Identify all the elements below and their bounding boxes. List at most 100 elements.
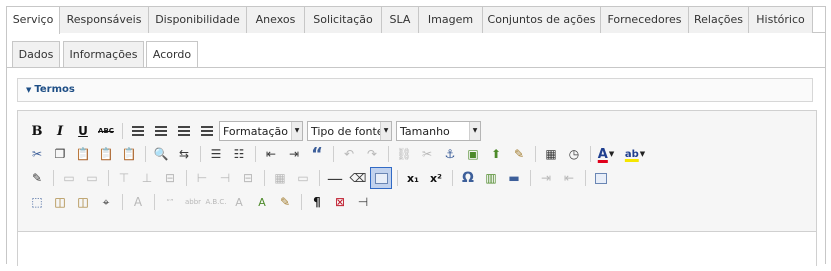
special-char-button[interactable]: Ω [457, 167, 479, 189]
toolbar-separator [452, 170, 453, 186]
tab-disponibilidade[interactable]: Disponibilidade [149, 7, 247, 33]
tab-conjuntos-de-acoes[interactable]: Conjuntos de ações [483, 7, 601, 33]
strikethrough-button[interactable]: ABC [95, 120, 117, 142]
toolbar-row-1: B I U ABC Formatação ▼ Tipo de fonte ▼ T… [26, 120, 485, 142]
anchor-icon[interactable]: ⚓ [439, 143, 461, 165]
font-family-select[interactable]: Tipo de fonte ▼ [307, 121, 392, 141]
tab-relacoes[interactable]: Relações [689, 7, 749, 33]
merge-cells-icon[interactable]: ▭ [292, 167, 314, 189]
delete-col-icon[interactable]: ⊟ [237, 167, 259, 189]
row-after-icon[interactable]: ⊥ [136, 167, 158, 189]
insert-date-icon[interactable]: ▦ [540, 143, 562, 165]
col-before-icon[interactable]: ⊢ [191, 167, 213, 189]
bold-button[interactable]: B [26, 120, 48, 142]
find-icon[interactable]: 🔍 [150, 143, 172, 165]
collapse-arrow-icon[interactable]: ▼ [26, 86, 31, 94]
split-cells-icon[interactable]: ▦ [269, 167, 291, 189]
paste-icon[interactable]: 📋 [72, 143, 94, 165]
background-color-icon[interactable]: ab ▼ [624, 143, 646, 165]
rtl-icon[interactable]: ⇤ [558, 167, 580, 189]
visual-aid-icon[interactable] [370, 167, 392, 189]
indent-icon[interactable]: ⇥ [283, 143, 305, 165]
tab-responsaveis[interactable]: Responsáveis [60, 7, 149, 33]
media-icon[interactable]: ▥ [480, 167, 502, 189]
replace-icon[interactable]: ⇆ [173, 143, 195, 165]
edit-css-icon[interactable]: ✎ [26, 167, 48, 189]
absolute-position-icon[interactable]: ⌖ [95, 191, 117, 213]
ltr-icon[interactable]: ⇥ [535, 167, 557, 189]
table-cell-props-icon[interactable]: ▭ [81, 167, 103, 189]
subtab-informacoes[interactable]: Informações [63, 41, 144, 68]
tab-imagem[interactable]: Imagem [419, 7, 483, 33]
image-icon[interactable]: ▣ [462, 143, 484, 165]
redo-icon[interactable]: ↷ [361, 143, 383, 165]
cite-icon[interactable]: “” [159, 191, 181, 213]
delete-row-icon[interactable]: ⊟ [159, 167, 181, 189]
inserted-text-icon[interactable]: A [251, 191, 273, 213]
toolbar-separator [397, 170, 398, 186]
font-size-select[interactable]: Tamanho ▼ [396, 121, 481, 141]
numbered-list-icon[interactable]: ☷ [228, 143, 250, 165]
align-center-icon[interactable] [150, 120, 172, 142]
undo-icon[interactable]: ↶ [338, 143, 360, 165]
attributes-icon[interactable]: ✎ [274, 191, 296, 213]
bulleted-list-icon[interactable]: ☰ [205, 143, 227, 165]
font-family-select-value: Tipo de fonte [311, 124, 384, 138]
tab-anexos[interactable]: Anexos [247, 7, 305, 33]
tab-solicitacao[interactable]: Solicitação [305, 7, 382, 33]
tab-sla[interactable]: SLA [382, 7, 419, 33]
blockquote-icon[interactable]: “ [306, 143, 328, 165]
row-before-icon[interactable]: ⊤ [113, 167, 135, 189]
chevron-down-icon[interactable]: ▼ [469, 122, 480, 140]
styles-icon[interactable]: A [127, 191, 149, 213]
paste-text-icon[interactable]: 📋 [95, 143, 117, 165]
subtab-acordo[interactable]: Acordo [146, 41, 198, 69]
image-upload-icon[interactable]: ⬆ [485, 143, 507, 165]
nonbreaking-icon[interactable]: ⊣ [352, 191, 374, 213]
move-backward-icon[interactable]: ◫ [72, 191, 94, 213]
layer-icon[interactable]: ▬ [503, 167, 525, 189]
deleted-text-icon[interactable]: A [228, 191, 250, 213]
text-color-icon[interactable]: A ▼ [595, 143, 617, 165]
editor-content-area[interactable] [18, 231, 816, 266]
toolbar-separator [333, 146, 334, 162]
subtab-dados[interactable]: Dados [12, 41, 60, 68]
align-justify-icon[interactable] [196, 120, 218, 142]
show-blocks-button[interactable]: ¶ [306, 191, 328, 213]
tab-historico[interactable]: Histórico [749, 7, 813, 33]
acronym-icon[interactable]: A.B.C. [205, 191, 227, 213]
tab-fornecedores[interactable]: Fornecedores [601, 7, 689, 33]
insert-layer-icon[interactable]: ⬚ [26, 191, 48, 213]
page-break-icon[interactable]: ⊠ [329, 191, 351, 213]
italic-button[interactable]: I [49, 120, 71, 142]
format-select[interactable]: Formatação ▼ [219, 121, 303, 141]
horizontal-rule-icon[interactable]: — [324, 167, 346, 189]
remove-format-icon[interactable]: ⌫ [347, 167, 369, 189]
rich-text-editor: B I U ABC Formatação ▼ Tipo de fonte ▼ T… [17, 110, 817, 266]
abbreviation-icon[interactable]: abbr [182, 191, 204, 213]
paste-word-icon[interactable]: 📋 [118, 143, 140, 165]
outdent-icon[interactable]: ⇤ [260, 143, 282, 165]
col-after-icon[interactable]: ⊣ [214, 167, 236, 189]
superscript-button[interactable]: x² [425, 167, 447, 189]
fullscreen-icon[interactable] [590, 167, 612, 189]
toolbar-separator [200, 146, 201, 162]
cut-icon[interactable]: ✂ [26, 143, 48, 165]
align-right-icon[interactable] [173, 120, 195, 142]
clean-format-icon[interactable]: ✎ [508, 143, 530, 165]
toolbar-separator [388, 146, 389, 162]
chevron-down-icon[interactable]: ▼ [291, 122, 302, 140]
acordo-panel: ▼ Termos B I U ABC Formatação ▼ Tipo de f [7, 67, 825, 266]
copy-icon[interactable]: ❐ [49, 143, 71, 165]
chevron-down-icon[interactable]: ▼ [380, 122, 391, 140]
insert-time-icon[interactable]: ◷ [563, 143, 585, 165]
unlink-icon[interactable]: ✂ [416, 143, 438, 165]
table-row-props-icon[interactable]: ▭ [58, 167, 80, 189]
section-header-termos[interactable]: ▼ Termos [17, 78, 813, 102]
tab-servico[interactable]: Serviço [7, 7, 60, 34]
link-icon[interactable]: ⛓ [393, 143, 415, 165]
underline-button[interactable]: U [72, 120, 94, 142]
subscript-button[interactable]: x₁ [402, 167, 424, 189]
move-forward-icon[interactable]: ◫ [49, 191, 71, 213]
align-left-icon[interactable] [127, 120, 149, 142]
